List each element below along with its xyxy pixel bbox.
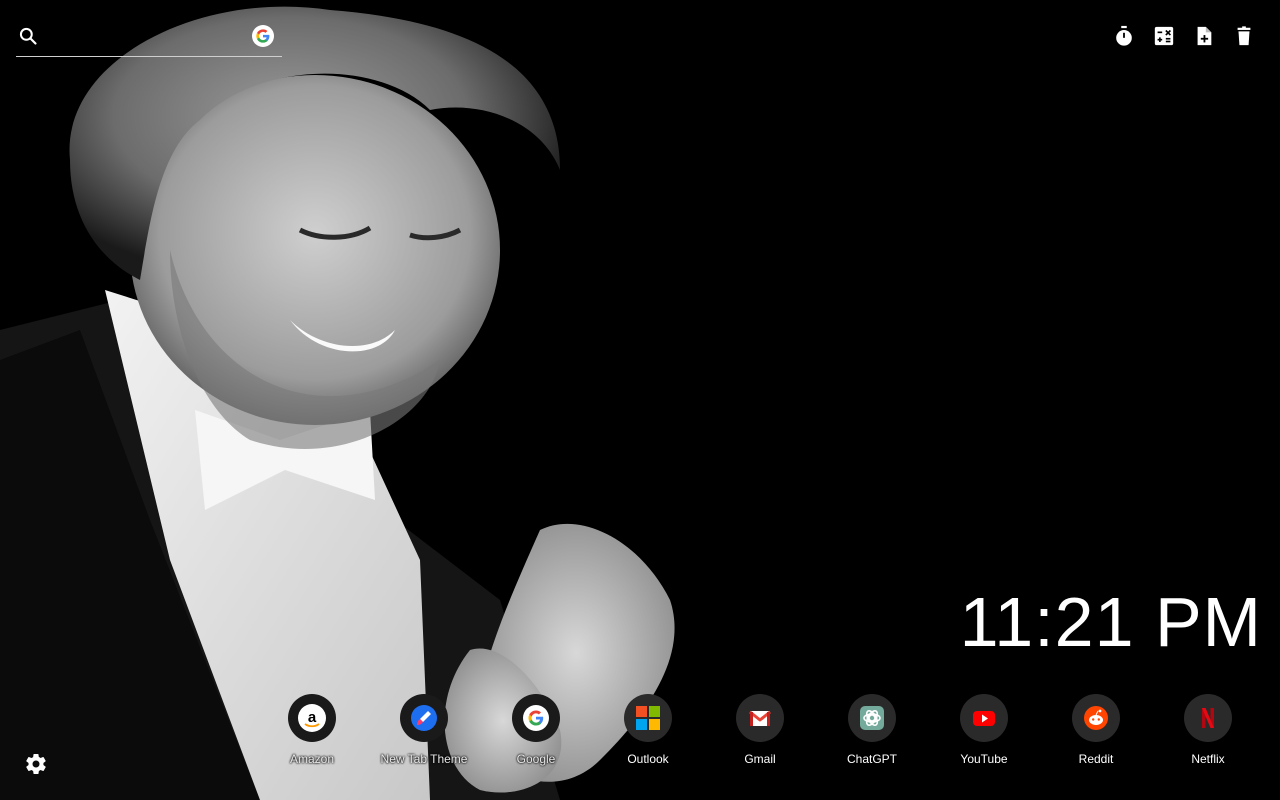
shortcut-google[interactable]: Google [480,694,592,774]
shortcut-label: Google [516,752,556,766]
stopwatch-icon [1116,25,1132,46]
search-icon[interactable] [18,26,38,46]
gear-icon [26,754,46,775]
toolbar [1112,24,1256,48]
shortcut-youtube[interactable]: YouTube [928,694,1040,774]
google-icon [256,29,270,43]
shortcut-icon-wrap [848,694,896,742]
shortcut-new-tab-theme[interactable]: New Tab Theme [368,694,480,774]
shortcut-label: Outlook [627,752,669,766]
trash-button[interactable] [1232,24,1256,48]
calculator-icon [1154,26,1174,46]
shortcut-icon-wrap [512,694,560,742]
microsoft-icon [636,706,660,730]
shortcut-chatgpt[interactable]: ChatGPT [816,694,928,774]
shortcut-label: Amazon [289,752,335,766]
shortcut-icon-wrap [736,694,784,742]
shortcut-gmail[interactable]: Gmail [704,694,816,774]
background-photo [0,0,720,800]
trash-icon [1237,26,1251,46]
search-input[interactable] [48,24,252,52]
search-engine-button[interactable] [252,25,274,47]
shortcut-netflix[interactable]: Netflix [1152,694,1264,774]
shortcut-outlook[interactable]: Outlook [592,694,704,774]
shortcut-label: New Tab Theme [380,752,468,766]
shortcut-label: ChatGPT [846,752,897,766]
netflix-icon [1202,708,1214,728]
shortcut-icon-wrap: a [288,694,336,742]
reddit-icon [1084,706,1108,730]
shortcut-icon-wrap [1184,694,1232,742]
add-note-button[interactable] [1192,24,1216,48]
brush-icon [411,705,437,731]
google-icon [523,705,549,731]
note-add-icon [1197,26,1212,46]
svg-text:a: a [308,709,317,726]
shortcut-icon-wrap [400,694,448,742]
youtube-icon [973,711,995,726]
chatgpt-icon [860,706,884,730]
shortcut-amazon[interactable]: a Amazon [256,694,368,774]
shortcuts-bar: a Amazon New Tab Theme Google Outlook Gm… [256,694,1264,774]
gmail-icon [749,710,771,726]
shortcut-label: Netflix [1191,752,1225,766]
amazon-icon: a [298,704,326,732]
clock: 11:21 PM [959,583,1262,661]
shortcut-label: YouTube [960,752,1008,766]
search-bar [16,22,282,57]
calculator-button[interactable] [1152,24,1176,48]
shortcut-icon-wrap [1072,694,1120,742]
stopwatch-button[interactable] [1112,24,1136,48]
shortcut-label: Reddit [1078,752,1114,766]
shortcut-reddit[interactable]: Reddit [1040,694,1152,774]
shortcut-icon-wrap [624,694,672,742]
shortcut-icon-wrap [960,694,1008,742]
settings-button[interactable] [24,752,48,776]
shortcut-label: Gmail [744,752,776,766]
